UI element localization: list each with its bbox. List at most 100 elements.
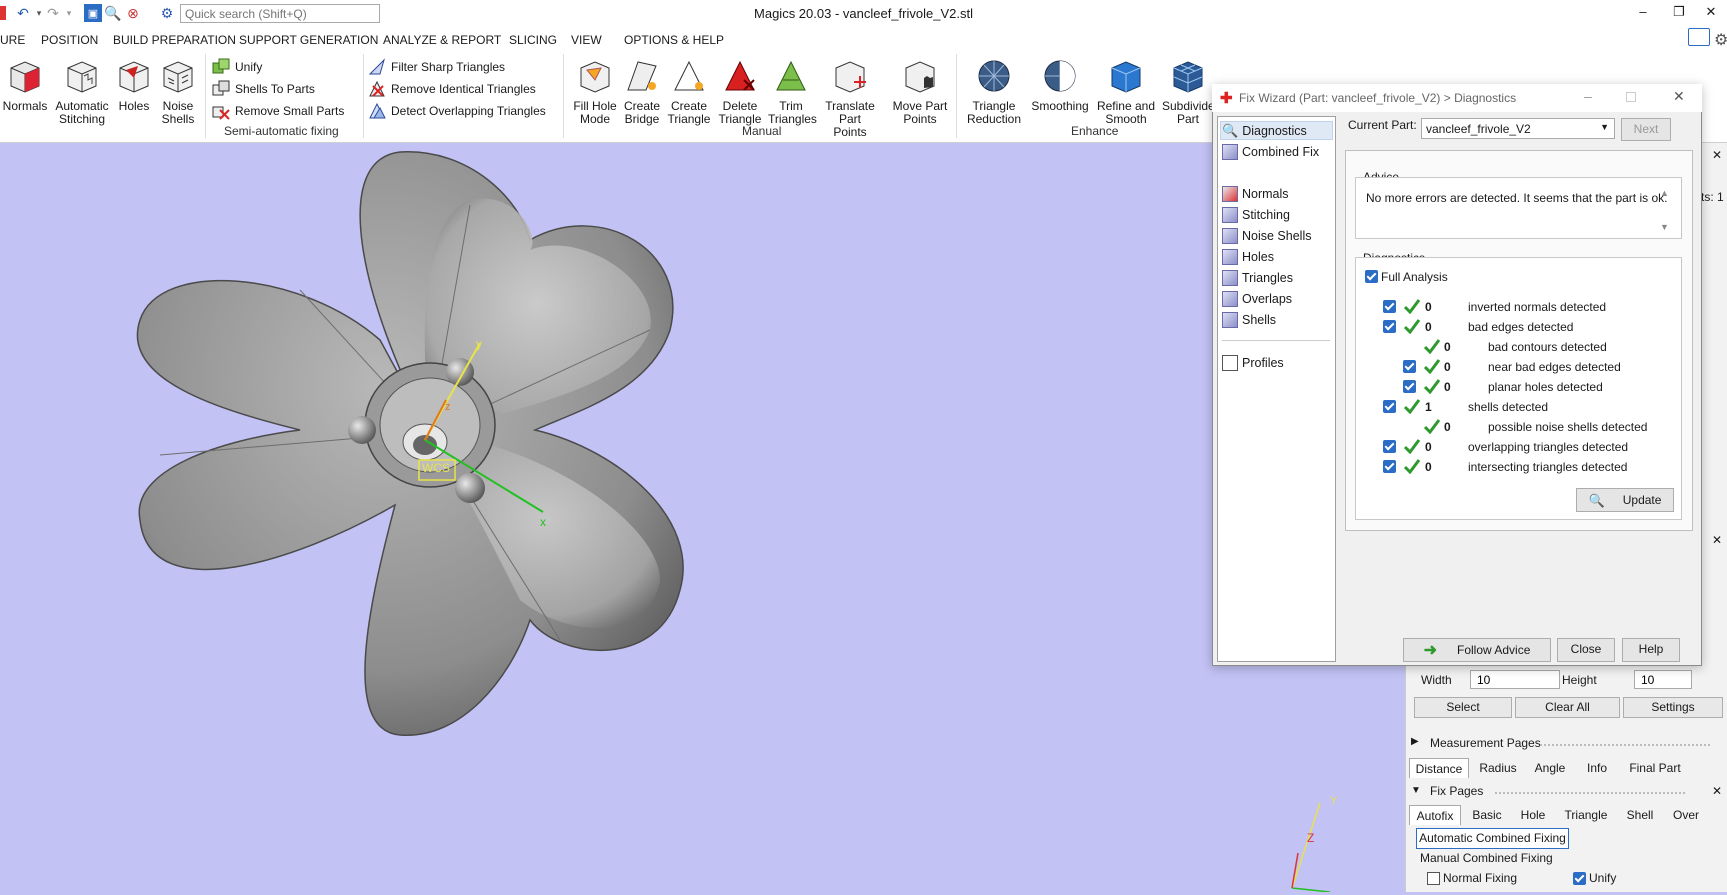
menu-analyze-report[interactable]: ANALYZE & REPORT (383, 33, 501, 47)
tab-basic[interactable]: Basic (1465, 805, 1509, 825)
tab-autofix[interactable]: Autofix (1409, 805, 1461, 825)
current-part-select[interactable]: vancleef_frivole_V2 ▼ (1421, 118, 1615, 139)
refine-and-smooth-button[interactable]: Refine and Smooth (1096, 58, 1156, 126)
dialog-close-button[interactable]: ✕ (1673, 88, 1685, 105)
minimize-button[interactable]: – (1632, 4, 1654, 22)
panel-close-icon[interactable]: ✕ (1712, 148, 1722, 162)
measurement-pages-header[interactable]: Measurement Pages (1430, 736, 1541, 750)
menu-position[interactable]: POSITION (41, 33, 98, 47)
diagnostic-checkbox[interactable] (1403, 380, 1416, 393)
nav-combined-fix[interactable]: Combined Fix (1222, 144, 1319, 160)
width-field[interactable] (1470, 670, 1560, 689)
create-triangle-icon (674, 60, 704, 91)
next-button[interactable]: Next (1621, 118, 1671, 141)
diagnostic-checkbox[interactable] (1383, 440, 1396, 453)
fill-hole-mode-button[interactable]: Fill Hole Mode (572, 58, 618, 126)
options-gear-icon[interactable]: ⚙ (1714, 30, 1727, 50)
translate-part-points-button[interactable]: Translate Part Points (822, 58, 878, 139)
trim-triangles-button[interactable]: Trim Triangles (768, 58, 817, 126)
tab-distance[interactable]: Distance (1409, 758, 1469, 778)
group-label-manual: Manual (742, 124, 782, 138)
close-button[interactable]: Close (1557, 638, 1615, 662)
diagnostic-count: 0 (1444, 340, 1451, 354)
menu-support-generation[interactable]: SUPPORT GENERATION (239, 33, 378, 47)
tab-triangle[interactable]: Triangle (1558, 805, 1614, 825)
settings-button[interactable]: Settings (1623, 697, 1723, 718)
fix-pages-header[interactable]: Fix Pages (1430, 784, 1483, 798)
help-button[interactable]: Help (1622, 638, 1680, 662)
menu-view[interactable]: VIEW (571, 33, 602, 47)
nav-overlaps[interactable]: Overlaps (1222, 291, 1292, 307)
holes-button[interactable]: Holes (114, 58, 154, 113)
create-bridge-button[interactable]: Create Bridge (622, 58, 662, 126)
tab-info[interactable]: Info (1577, 758, 1617, 778)
nav-diagnostics[interactable]: 🔍 Diagnostics (1222, 123, 1307, 139)
diagnostic-checkbox[interactable] (1383, 300, 1396, 313)
scroll-down-icon[interactable]: ▼ (1660, 222, 1669, 232)
tab-hole[interactable]: Hole (1511, 805, 1555, 825)
normal-fixing-checkbox[interactable] (1427, 872, 1440, 885)
3d-viewport[interactable]: y z x WCS Z Y (0, 143, 1405, 892)
dialog-title: Fix Wizard (Part: vancleef_frivole_V2) >… (1239, 91, 1517, 105)
tab-overlaps[interactable]: Over (1664, 805, 1708, 825)
full-analysis-checkbox[interactable] (1365, 270, 1378, 283)
remove-identical-triangles-button[interactable]: Remove Identical Triangles (368, 80, 536, 98)
scroll-up-icon[interactable]: ▲ (1660, 188, 1669, 198)
menu-build-preparation[interactable]: BUILD PREPARATION (113, 33, 236, 47)
diagnostic-checkbox[interactable] (1383, 460, 1396, 473)
menu-structure[interactable]: URE (0, 33, 25, 47)
smoothing-button[interactable]: Smoothing (1030, 58, 1090, 113)
nav-triangles[interactable]: Triangles (1222, 270, 1293, 286)
diagnostic-checkbox[interactable] (1403, 360, 1416, 373)
delete-triangle-button[interactable]: Delete Triangle (718, 58, 762, 126)
nav-stitching[interactable]: Stitching (1222, 207, 1290, 223)
restore-button[interactable]: ❐ (1668, 4, 1690, 22)
tab-radius[interactable]: Radius (1473, 758, 1523, 778)
nav-profiles[interactable]: Profiles (1222, 355, 1284, 371)
nav-noise-shells[interactable]: Noise Shells (1222, 228, 1311, 244)
tab-shell[interactable]: Shell (1618, 805, 1662, 825)
height-field[interactable] (1634, 670, 1692, 689)
triangle-reduction-button[interactable]: Triangle Reduction (966, 58, 1022, 126)
create-triangle-button[interactable]: Create Triangle (666, 58, 712, 126)
unify-checkbox[interactable] (1573, 872, 1586, 885)
mini-z-label: Z (1307, 831, 1315, 845)
detect-overlapping-triangles-button[interactable]: Detect Overlapping Triangles (368, 102, 546, 120)
menu-options-help[interactable]: OPTIONS & HELP (624, 33, 724, 47)
expand-arrow-icon[interactable]: ▶ (1411, 736, 1419, 747)
tab-final-part[interactable]: Final Part (1620, 758, 1690, 778)
check-mark-icon (1403, 459, 1421, 474)
nav-shells[interactable]: Shells (1222, 312, 1276, 328)
diagnostic-count: 0 (1425, 460, 1432, 474)
tab-angle[interactable]: Angle (1527, 758, 1573, 778)
filter-sharp-triangles-button[interactable]: Filter Sharp Triangles (368, 58, 505, 76)
nav-holes[interactable]: Holes (1222, 249, 1274, 265)
remove-small-parts-button[interactable]: Remove Small Parts (212, 102, 344, 120)
nav-normals[interactable]: Normals (1222, 186, 1289, 202)
diagnostic-text: bad contours detected (1488, 340, 1607, 354)
diagnostic-checkbox[interactable] (1383, 320, 1396, 333)
subdivide-part-button[interactable]: Subdivide Part (1162, 58, 1214, 126)
menu-slicing[interactable]: SLICING (509, 33, 557, 47)
clear-all-button[interactable]: Clear All (1515, 697, 1620, 718)
noise-shells-button[interactable]: Noise Shells (158, 58, 198, 126)
window-title: Magics 20.03 - vancleef_frivole_V2.stl (754, 6, 973, 21)
normals-button[interactable]: Normals (2, 58, 48, 113)
update-button[interactable]: 🔍 Update (1576, 488, 1674, 512)
select-button[interactable]: Select (1414, 697, 1512, 718)
unify-button[interactable]: Unify (212, 58, 262, 76)
automatic-stitching-button[interactable]: Automatic Stitching (54, 58, 110, 126)
dialog-maximize-button[interactable] (1626, 92, 1636, 102)
move-part-points-button[interactable]: Move Part Points (892, 58, 948, 126)
collapse-arrow-icon[interactable]: ▼ (1411, 785, 1421, 796)
automatic-combined-fixing-button[interactable]: Automatic Combined Fixing (1416, 828, 1569, 849)
shells-to-parts-button[interactable]: Shells To Parts (212, 80, 315, 98)
layout-toggle-icon[interactable] (1688, 28, 1710, 46)
diagnostic-checkbox[interactable] (1383, 400, 1396, 413)
dialog-minimize-button[interactable]: – (1584, 88, 1592, 104)
panel-close-icon-2[interactable]: ✕ (1712, 533, 1722, 547)
close-window-button[interactable]: ✕ (1700, 4, 1722, 22)
diagnostic-text: planar holes detected (1488, 380, 1603, 394)
fix-pages-close-icon[interactable]: ✕ (1712, 784, 1722, 798)
follow-advice-button[interactable]: ➜ Follow Advice (1403, 638, 1551, 662)
